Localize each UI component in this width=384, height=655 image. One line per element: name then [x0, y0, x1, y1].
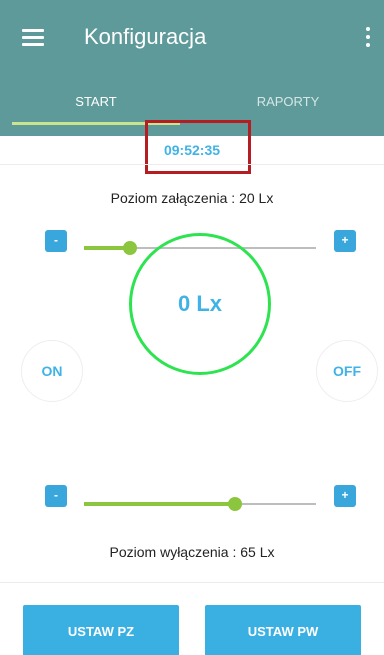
off-button[interactable]: OFF — [316, 340, 378, 402]
hamburger-menu-icon[interactable] — [22, 28, 44, 46]
off-level-label: Poziom wyłączenia : 65 Lx — [109, 544, 275, 560]
on-level-minus-button[interactable]: - — [45, 230, 67, 252]
off-level-plus-button[interactable]: + — [334, 485, 356, 507]
divider — [0, 582, 384, 583]
divider — [0, 164, 384, 165]
lux-reading: 0 Lx — [177, 291, 223, 316]
app-bar: Konfiguracja START RAPORTY — [0, 0, 384, 136]
slider-fill — [84, 502, 235, 506]
slider-thumb[interactable] — [123, 241, 138, 255]
overflow-menu-icon[interactable] — [364, 26, 372, 48]
tab-raporty[interactable]: RAPORTY — [192, 84, 384, 124]
set-pz-button[interactable]: USTAW PZ — [23, 605, 179, 655]
on-button[interactable]: ON — [21, 340, 83, 402]
lux-meter-ring: 0 Lx — [129, 233, 271, 375]
on-level-label: Poziom załączenia : 20 Lx — [110, 190, 274, 206]
slider-thumb[interactable] — [227, 497, 242, 511]
page-title: Konfiguracja — [84, 24, 207, 49]
tab-start[interactable]: START — [0, 84, 192, 124]
set-pw-button[interactable]: USTAW PW — [205, 605, 361, 655]
off-level-slider[interactable] — [84, 497, 316, 511]
on-level-plus-button[interactable]: + — [334, 230, 356, 252]
off-level-minus-button[interactable]: - — [45, 485, 67, 507]
clock-highlight-box — [145, 120, 251, 174]
